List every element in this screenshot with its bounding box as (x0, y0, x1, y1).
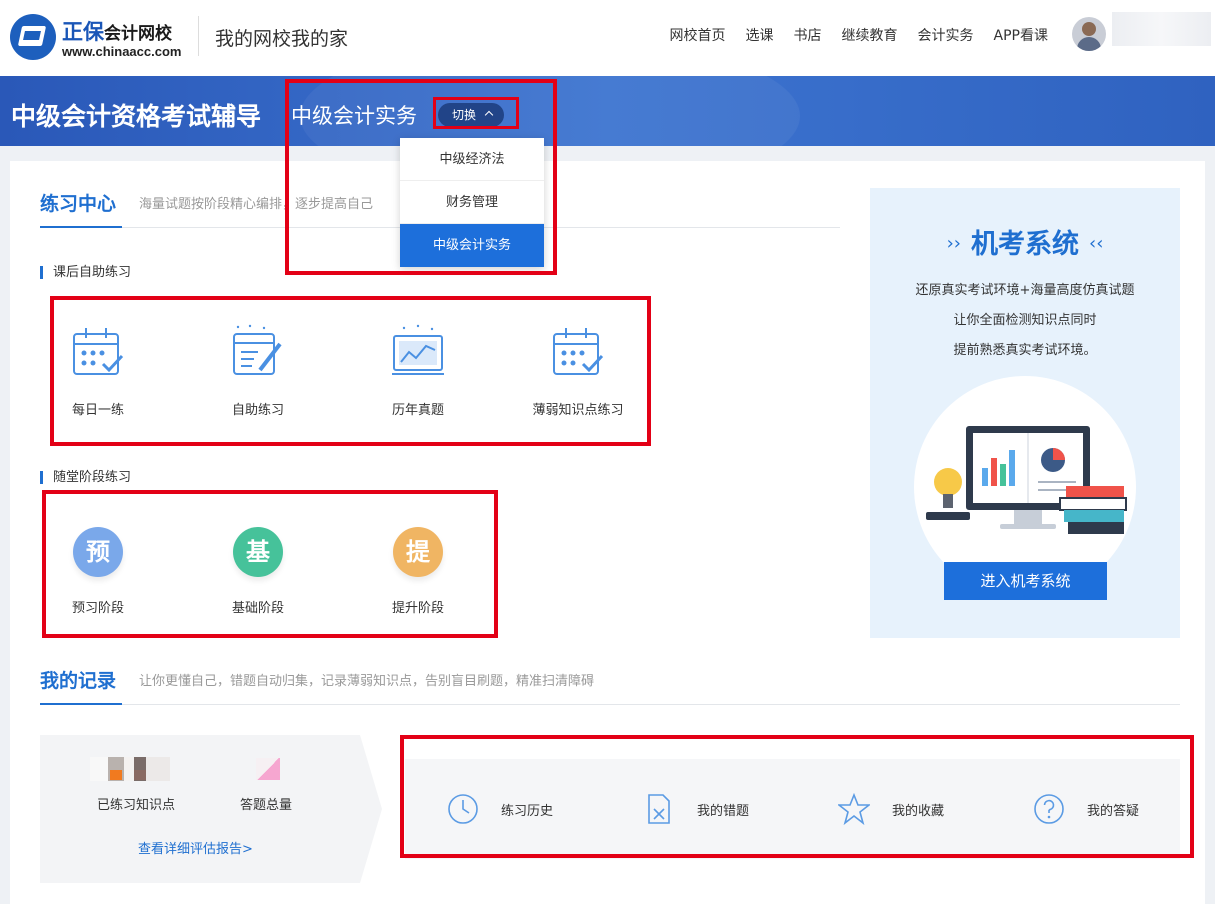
clock-icon (447, 793, 479, 825)
stat-label-knowledge-points: 已练习知识点 (97, 794, 175, 813)
stat-value-redacted (90, 757, 170, 781)
records-desc: 让你更懂自己，错题自动归集，记录薄弱知识点，告别盲目刷题，精准扫清障碍 (139, 670, 594, 689)
record-label: 我的错题 (697, 800, 749, 819)
logo-text: 正保 (62, 20, 104, 44)
banner-title: 中级会计资格考试辅导 (11, 97, 261, 133)
promo-line: 还原真实考试环境+海量高度仿真试题 (870, 279, 1180, 298)
tool-self-practice[interactable]: 自助练习 (198, 322, 318, 418)
logo-mark-icon (10, 14, 56, 60)
document-x-icon (643, 793, 675, 825)
promo-title: 机考系统 (971, 229, 1079, 260)
preview-stage-icon: 预 (73, 527, 123, 577)
promo-line: 提前熟悉真实考试环境。 (870, 339, 1180, 358)
question-circle-icon (1033, 793, 1065, 825)
switch-label: 切换 (452, 108, 476, 122)
advanced-stage-icon: 提 (393, 527, 443, 577)
stats-panel (40, 735, 360, 883)
section-underline (40, 703, 122, 705)
records-title: 我的记录 (40, 666, 116, 693)
record-favorites[interactable]: 我的收藏 (838, 793, 944, 825)
logo-url: www.chinaacc.com (62, 44, 181, 59)
nav-continuing-edu[interactable]: 继续教育 (842, 25, 898, 45)
stage-advanced[interactable]: 提 提升阶段 (363, 527, 473, 616)
nav-courses[interactable]: 选课 (746, 25, 774, 45)
star-icon (838, 793, 870, 825)
stage-practice-title: 随堂阶段练习 (40, 471, 131, 484)
nav-app[interactable]: APP看课 (994, 25, 1048, 45)
tool-label: 自助练习 (198, 399, 318, 418)
stat-value-redacted (134, 770, 146, 780)
stat-label-total-answers: 答题总量 (240, 794, 292, 813)
record-history[interactable]: 练习历史 (447, 793, 553, 825)
double-chevron-left-icon: ‹‹ (1089, 233, 1103, 254)
avatar[interactable] (1072, 17, 1106, 51)
calendar-check-icon (550, 322, 606, 382)
stage-label: 预习阶段 (43, 597, 153, 616)
double-chevron-right-icon: ›› (947, 233, 961, 254)
subject-dropdown: 中级经济法 财务管理 中级会计实务 (400, 138, 544, 267)
tool-daily-practice[interactable]: 每日一练 (38, 322, 158, 418)
top-header: 正保会计网校 www.chinaacc.com 我的网校我的家 网校首页 选课 … (0, 0, 1215, 76)
section-underline (40, 226, 122, 228)
notebook-pen-icon (230, 322, 286, 382)
record-label: 我的答疑 (1087, 800, 1139, 819)
section-divider (40, 704, 1180, 705)
slogan: 我的网校我的家 (215, 24, 348, 51)
record-label: 我的收藏 (892, 800, 944, 819)
course-banner: 中级会计资格考试辅导 中级会计实务 切换 (0, 76, 1215, 146)
switch-subject-button[interactable]: 切换 (438, 103, 504, 127)
nav-accounting-practice[interactable]: 会计实务 (918, 25, 974, 45)
dropdown-item-accounting-practice[interactable]: 中级会计实务 (400, 224, 544, 267)
tool-label: 每日一练 (38, 399, 158, 418)
exam-system-promo: ›› 机考系统 ‹‹ 还原真实考试环境+海量高度仿真试题 让你全面检测知识点同时 提… (870, 188, 1180, 638)
stat-value-redacted (110, 770, 122, 780)
dropdown-item-economic-law[interactable]: 中级经济法 (400, 138, 544, 181)
records-links: 练习历史 我的错题 我的收藏 我的答疑 (405, 759, 1180, 859)
tool-label: 历年真题 (358, 399, 478, 418)
practice-center-title: 练习中心 (40, 189, 116, 216)
chart-monitor-icon (390, 322, 446, 382)
chevron-up-icon (485, 111, 493, 119)
nav-home[interactable]: 网校首页 (670, 25, 726, 45)
stage-label: 提升阶段 (363, 597, 473, 616)
computer-books-icon (918, 420, 1132, 544)
nav-bookstore[interactable]: 书店 (794, 25, 822, 45)
calendar-check-icon (70, 322, 126, 382)
view-report-link[interactable]: 查看详细评估报告> (138, 838, 253, 857)
stage-label: 基础阶段 (203, 597, 313, 616)
stat-value-redacted (256, 758, 280, 780)
stage-preview[interactable]: 预 预习阶段 (43, 527, 153, 616)
dropdown-item-financial-management[interactable]: 财务管理 (400, 181, 544, 224)
enter-exam-system-button[interactable]: 进入机考系统 (944, 562, 1107, 600)
record-questions[interactable]: 我的答疑 (1033, 793, 1139, 825)
practice-center-desc: 海量试题按阶段精心编排，逐步提高自己 (139, 193, 373, 212)
tool-label: 薄弱知识点练习 (518, 399, 638, 418)
basic-stage-icon: 基 (233, 527, 283, 577)
record-wrong-questions[interactable]: 我的错题 (643, 793, 749, 825)
stage-basic[interactable]: 基 基础阶段 (203, 527, 313, 616)
after-class-title: 课后自助练习 (40, 266, 131, 279)
site-logo[interactable]: 正保会计网校 www.chinaacc.com (10, 14, 190, 62)
username-redacted (1112, 12, 1211, 46)
tool-past-exams[interactable]: 历年真题 (358, 322, 478, 418)
record-label: 练习历史 (501, 800, 553, 819)
tool-weak-points[interactable]: 薄弱知识点练习 (518, 322, 638, 418)
banner-subject: 中级会计实务 (291, 100, 417, 130)
header-divider (198, 16, 199, 56)
logo-text-small: 会计网校 (104, 24, 172, 44)
top-nav: 网校首页 选课 书店 继续教育 会计实务 APP看课 (670, 25, 1048, 45)
promo-line: 让你全面检测知识点同时 (870, 309, 1180, 328)
stats-panel-arrow (360, 735, 382, 883)
